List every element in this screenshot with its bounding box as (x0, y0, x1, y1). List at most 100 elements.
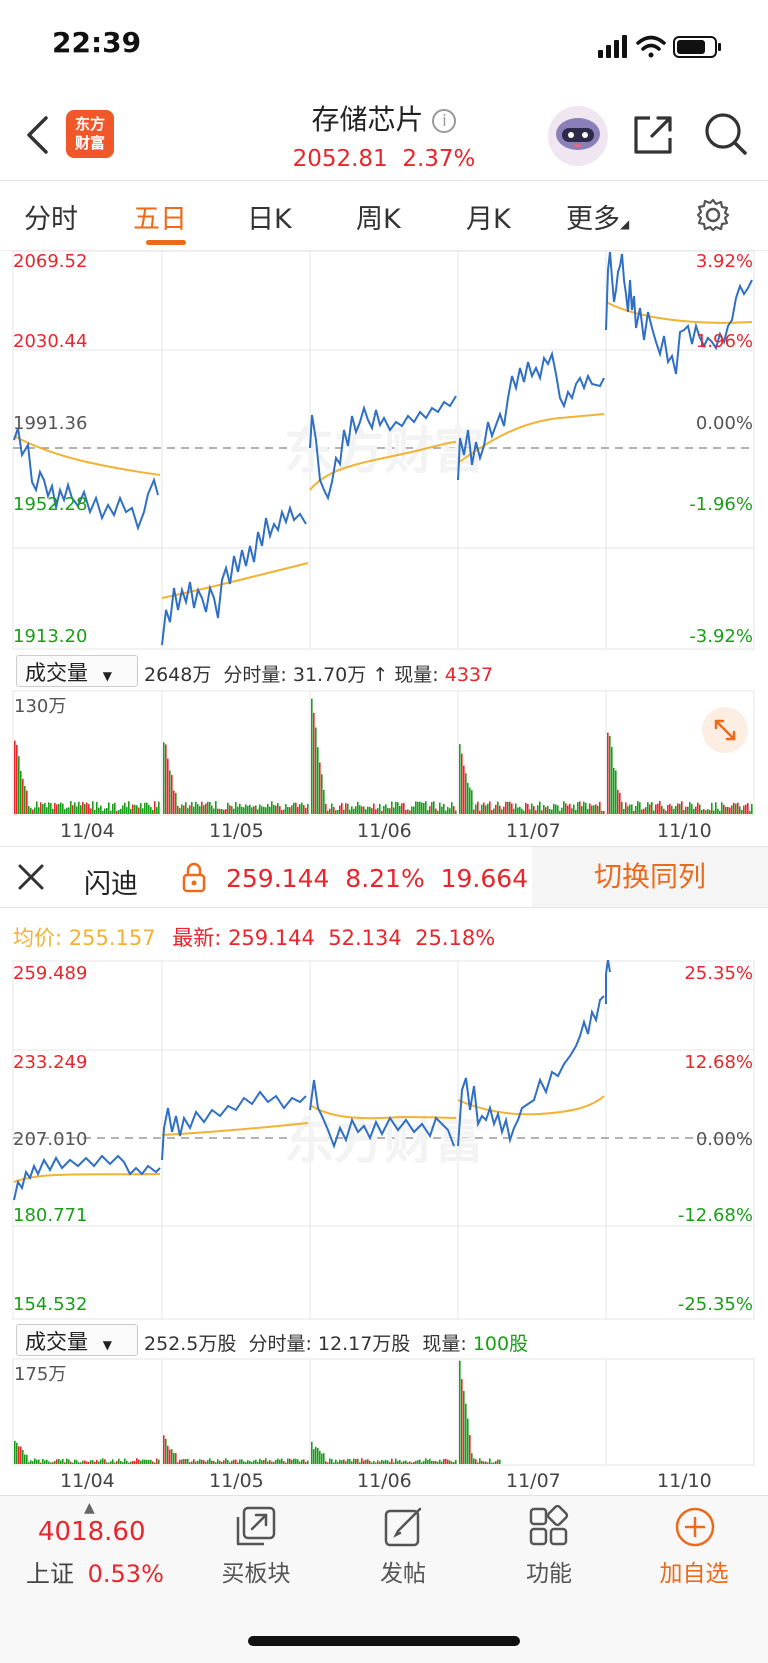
tab-five-day[interactable]: 五日 (133, 197, 187, 236)
share-icon[interactable] (630, 112, 676, 158)
buy-sector-button[interactable]: 买板块 (196, 1554, 316, 1588)
volume-bar (22, 1449, 24, 1464)
volume-bar (411, 1462, 413, 1464)
post-button[interactable]: 发帖 (343, 1554, 463, 1588)
volume-bar (92, 801, 94, 814)
volume-bar (235, 802, 237, 814)
volume-bar (415, 801, 417, 814)
index-ticker[interactable]: 上证 0.53% (26, 1554, 164, 1589)
volume-bar (38, 807, 40, 814)
battery-icon (673, 36, 721, 58)
volume-bar (555, 804, 557, 814)
volume-indicator-select[interactable]: 成交量 ▼ (16, 1324, 138, 1356)
add-watchlist-button[interactable]: 加自选 (634, 1554, 754, 1588)
volume-bar (128, 1462, 130, 1464)
volume-bar (597, 805, 599, 814)
volume-bar (60, 802, 62, 814)
switch-column-button[interactable]: 切换同列 (532, 847, 768, 907)
volume-bar (261, 806, 263, 814)
volume-bar (28, 806, 30, 814)
volume-bar (463, 1390, 465, 1464)
arrow-up-icon: ↑ (372, 664, 389, 686)
compare-stock-name[interactable]: 闪迪 (84, 862, 138, 901)
assistant-robot-icon[interactable] (546, 104, 610, 168)
lock-icon[interactable] (181, 862, 207, 894)
volume-bar (273, 805, 275, 814)
info-icon[interactable]: i (432, 109, 457, 133)
volume-bar (26, 790, 28, 814)
volume-bar (383, 1460, 385, 1464)
volume-bar (152, 809, 154, 814)
volume-bar (213, 1460, 215, 1464)
caret-down-icon: ◢ (620, 217, 630, 231)
volume-bar (191, 1461, 193, 1464)
search-icon[interactable] (703, 111, 749, 157)
add-watchlist-icon[interactable] (673, 1505, 717, 1549)
volume-bar (16, 744, 18, 814)
volume-bar (80, 805, 82, 814)
volume-bar (517, 807, 519, 814)
volume-bar (295, 1458, 297, 1464)
settings-icon[interactable] (695, 197, 731, 233)
volume-bar (297, 806, 299, 814)
volume-bar (449, 1460, 451, 1464)
volume-bar (163, 1435, 165, 1464)
tab-intraday[interactable]: 分时 (24, 197, 78, 236)
y-left-0: 2069.52 (13, 251, 87, 272)
volume-bar (637, 801, 639, 814)
volume-summary: 252.5万股 分时量: 12.17万股 现量: 100股 (144, 1329, 528, 1356)
volume-bar (179, 808, 181, 814)
tab-weekly-k[interactable]: 周K (356, 197, 401, 236)
volume-bar (377, 808, 379, 814)
volume-bar (347, 1458, 349, 1464)
volume-bar (181, 804, 183, 814)
chart-stock-five-day[interactable]: 东方财富 259.489 233.249 207.010 180.771 154… (0, 960, 768, 1320)
volume-bar (68, 807, 70, 814)
volume-bar (445, 810, 447, 814)
volume-indicator-select[interactable]: 成交量 ▼ (16, 655, 138, 687)
volume-bar (323, 1453, 325, 1464)
tab-monthly-k[interactable]: 月K (466, 197, 511, 236)
volume-bar (713, 810, 715, 814)
volume-bar (683, 809, 685, 814)
sector-buy-icon[interactable] (232, 1505, 280, 1549)
volume-bar (201, 1459, 203, 1464)
volume-bar (52, 1462, 54, 1464)
volume-bar (76, 1460, 78, 1464)
volume-bar (283, 809, 285, 814)
volume-bar (156, 1458, 158, 1464)
volume-bar (441, 806, 443, 814)
volume-bar (177, 1462, 179, 1464)
volume-bar (615, 770, 617, 814)
index-value[interactable]: 4018.60 (38, 1517, 146, 1547)
close-icon[interactable] (16, 862, 46, 892)
volume-bar (34, 1458, 36, 1464)
volume-bar (169, 770, 171, 814)
volume-bar (627, 806, 629, 814)
y-right-3: -1.96% (689, 494, 753, 515)
volume-bar (441, 1461, 443, 1464)
volume-bar (94, 809, 96, 814)
edit-post-icon[interactable] (382, 1505, 426, 1549)
functions-button[interactable]: 功能 (489, 1554, 609, 1588)
volume-bar (60, 1460, 62, 1464)
volume-bar (675, 805, 677, 814)
compare-price: 259.144 (226, 864, 330, 893)
volume-bar (421, 1462, 423, 1464)
volume-bar (319, 762, 321, 814)
volume-bar (301, 1459, 303, 1464)
tab-more-label: 更多 (566, 204, 620, 235)
expand-icon[interactable] (702, 707, 748, 753)
volume-bar (195, 801, 197, 814)
volume-bar (291, 1459, 293, 1464)
chart-sector-five-day[interactable]: 东方财富 2069.52 2030.44 1991.36 1952.28 191… (0, 250, 768, 650)
functions-grid-icon[interactable] (527, 1505, 571, 1549)
volume-bar (443, 803, 445, 814)
volume-bar (447, 1459, 449, 1464)
volume-bar (108, 802, 110, 814)
tab-daily-k[interactable]: 日K (247, 197, 292, 236)
volume-bar (715, 802, 717, 814)
volume-bar (183, 1459, 185, 1464)
date-label: 11/06 (357, 1470, 412, 1492)
tab-more[interactable]: 更多◢ (566, 197, 629, 236)
